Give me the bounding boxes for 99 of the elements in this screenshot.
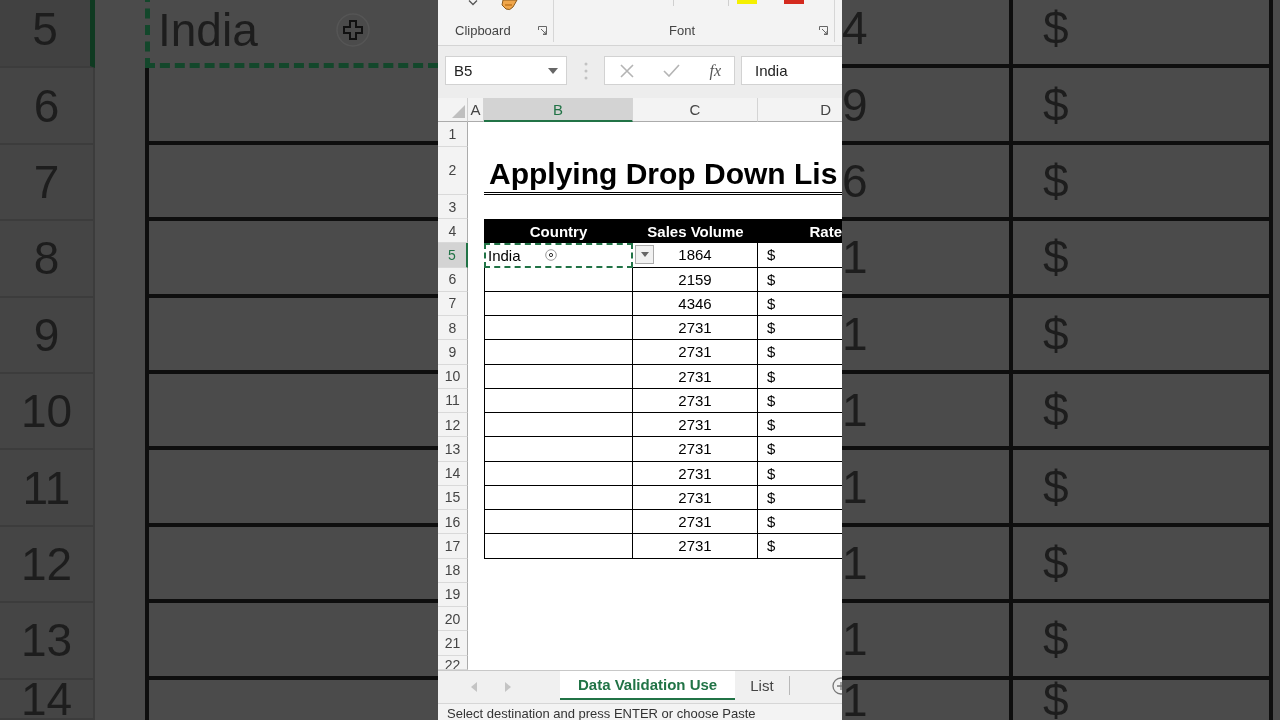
table-cell[interactable] bbox=[484, 413, 633, 438]
row-number[interactable]: 17 bbox=[438, 534, 468, 559]
table-cell[interactable] bbox=[484, 291, 633, 316]
cell-text: 2731 bbox=[678, 416, 712, 434]
table-cell: $ bbox=[1013, 297, 1273, 374]
table-cell: $ bbox=[1013, 0, 1273, 69]
row-number[interactable]: 18 bbox=[438, 558, 468, 583]
column-header[interactable]: D bbox=[758, 98, 842, 122]
cell-text: $ bbox=[767, 513, 776, 531]
row-number[interactable]: 20 bbox=[438, 607, 468, 632]
cell-text: 2731 bbox=[678, 319, 712, 337]
cursor-icon bbox=[544, 249, 557, 262]
cell-text: $ bbox=[767, 343, 776, 361]
row-number[interactable]: 15 bbox=[438, 485, 468, 510]
row-number[interactable]: 10 bbox=[438, 364, 468, 389]
cell-text: $ bbox=[767, 537, 776, 555]
table-cell: $ bbox=[1013, 450, 1273, 527]
row-number[interactable]: 13 bbox=[438, 437, 468, 462]
table-cell[interactable] bbox=[484, 461, 633, 486]
table-cell: $ bbox=[1013, 603, 1273, 680]
table-cell: $ bbox=[1013, 373, 1273, 451]
row-number[interactable]: 1 bbox=[438, 122, 468, 147]
table-cell[interactable] bbox=[484, 437, 633, 462]
dropdown-button[interactable] bbox=[635, 245, 654, 265]
cell-text: $ bbox=[767, 440, 776, 458]
cell-text: 2731 bbox=[678, 440, 712, 458]
dialog-launcher-icon[interactable] bbox=[819, 25, 828, 35]
cell-text: 2731 bbox=[678, 537, 712, 555]
table-cell[interactable] bbox=[484, 316, 633, 341]
formula-input[interactable]: India bbox=[741, 56, 842, 85]
row-number[interactable]: 2 bbox=[438, 146, 468, 195]
cell-text: 2159 bbox=[678, 270, 712, 288]
table-cell: $ bbox=[1013, 526, 1273, 604]
group-label: Font bbox=[669, 22, 695, 38]
table-cell: $ bbox=[1013, 144, 1273, 222]
row-number[interactable]: 7 bbox=[438, 291, 468, 316]
selection-marquee[interactable]: India bbox=[484, 243, 633, 268]
row-number[interactable]: 11 bbox=[438, 388, 468, 413]
cell-text: 2731 bbox=[678, 464, 712, 482]
table-cell[interactable] bbox=[484, 267, 633, 292]
check-icon[interactable] bbox=[663, 64, 681, 77]
table-cell[interactable] bbox=[484, 340, 633, 365]
cell-text: $ bbox=[767, 246, 776, 264]
paintbrush-icon[interactable] bbox=[500, 0, 520, 11]
column-header[interactable]: B bbox=[484, 98, 633, 122]
cell-text: $ bbox=[767, 391, 776, 409]
row-number[interactable]: 5 bbox=[438, 243, 468, 268]
table-cell: $ bbox=[1013, 221, 1273, 298]
insert-function-button[interactable]: fx bbox=[709, 61, 721, 80]
cell-text: $ bbox=[767, 488, 776, 506]
row-number[interactable]: 12 bbox=[438, 413, 468, 438]
table-cell[interactable] bbox=[484, 485, 633, 510]
table-cell[interactable] bbox=[484, 534, 633, 559]
cell-text: $ bbox=[767, 464, 776, 482]
cell-text: 2731 bbox=[678, 343, 712, 361]
row-number[interactable]: 6 bbox=[438, 267, 468, 292]
row-number[interactable]: 8 bbox=[438, 316, 468, 341]
row-number[interactable]: 4 bbox=[438, 219, 468, 244]
sheet-tab[interactable]: List bbox=[735, 671, 789, 700]
cell-text: $ bbox=[767, 270, 776, 288]
status-text: Select destination and press ENTER or choose Paste bbox=[446, 706, 756, 720]
caret-icon[interactable] bbox=[468, 0, 478, 6]
row-number[interactable]: 14 bbox=[438, 461, 468, 486]
column-header: Rate bbox=[758, 219, 842, 244]
cell-text: 2731 bbox=[678, 488, 712, 506]
font-swatch-icon[interactable] bbox=[784, 0, 804, 4]
sheet-tab[interactable]: Data Validation Use bbox=[560, 671, 736, 700]
cell-text: 4346 bbox=[678, 294, 712, 312]
table-cell: $ bbox=[1013, 679, 1273, 720]
name-box[interactable]: B5 bbox=[445, 56, 567, 85]
column-header[interactable]: A bbox=[468, 98, 484, 122]
table-cell[interactable] bbox=[484, 510, 633, 535]
cell-text: 1864 bbox=[678, 246, 712, 264]
grip-icon bbox=[584, 62, 588, 80]
column-header: Sales Volume bbox=[633, 219, 758, 244]
cell-text: India bbox=[488, 246, 521, 264]
cell-text: 2731 bbox=[678, 513, 712, 531]
row-number[interactable]: 19 bbox=[438, 582, 468, 607]
row-number[interactable]: 21 bbox=[438, 631, 468, 656]
cell-text: $ bbox=[767, 319, 776, 337]
cell-text: $ bbox=[767, 294, 776, 312]
dialog-launcher-icon[interactable] bbox=[538, 25, 547, 35]
caret-icon bbox=[640, 252, 649, 258]
caret-icon[interactable] bbox=[548, 67, 558, 74]
cell-text: 2731 bbox=[678, 391, 712, 409]
highlight-swatch-icon[interactable] bbox=[737, 0, 757, 4]
cursor-icon bbox=[335, 13, 370, 48]
row-number[interactable]: 3 bbox=[438, 195, 468, 219]
row-number[interactable]: 16 bbox=[438, 510, 468, 535]
column-header: Country bbox=[484, 219, 633, 244]
cell-text: 2731 bbox=[678, 367, 712, 385]
table-cell[interactable] bbox=[484, 364, 633, 389]
cell-text: $ bbox=[767, 367, 776, 385]
cell-text: $ bbox=[767, 416, 776, 434]
table-cell: $ bbox=[1013, 68, 1273, 145]
table-cell[interactable] bbox=[484, 388, 633, 413]
column-header[interactable]: C bbox=[633, 98, 758, 122]
group-label: Clipboard bbox=[455, 22, 511, 38]
row-number[interactable]: 9 bbox=[438, 340, 468, 365]
